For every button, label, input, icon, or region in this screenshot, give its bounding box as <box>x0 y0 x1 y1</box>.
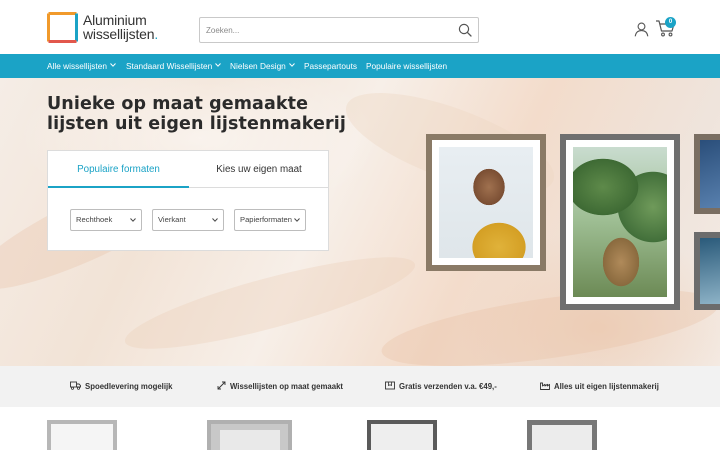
tab-populaire-formaten[interactable]: Populaire formaten <box>48 151 189 188</box>
logo-mark-icon <box>47 12 78 43</box>
select-value: Vierkant <box>158 215 186 224</box>
product-card-frame-grey[interactable] <box>527 420 597 450</box>
nav-item-populaire-wissellijsten[interactable]: Populaire wissellijsten <box>366 54 447 78</box>
chevron-down-icon <box>215 62 222 67</box>
factory-icon <box>540 382 550 391</box>
usp-label: Wissellijsten op maat gemaakt <box>230 382 344 391</box>
user-account-icon[interactable] <box>634 22 649 37</box>
main-navigation: Alle wissellijsten Standaard Wissellijst… <box>0 54 720 78</box>
usp-eigen-lijstenmakerij: Alles uit eigen lijstenmakerij <box>540 366 659 407</box>
search-icon[interactable] <box>458 23 472 37</box>
framed-photo-banana-plant <box>560 134 680 310</box>
nav-item-passepartouts[interactable]: Passepartouts <box>304 54 357 78</box>
select-rechthoek[interactable]: Rechthoek <box>70 209 142 231</box>
chevron-down-icon <box>110 62 116 67</box>
product-grid <box>0 407 720 450</box>
usp-label: Spoedlevering mogelijk <box>85 382 173 391</box>
chevron-down-icon <box>130 218 136 222</box>
product-card-frame-silver-mat[interactable] <box>207 420 292 450</box>
site-logo[interactable]: Aluminium wissellijsten. <box>47 12 177 44</box>
select-papierformaten[interactable]: Papierformaten <box>234 209 306 231</box>
search-box <box>199 17 479 43</box>
logo-text: Aluminium wissellijsten. <box>83 13 158 41</box>
size-picker-panel: Populaire formaten Kies uw eigen maat Re… <box>47 150 329 251</box>
hero-title-line-2: lijsten uit eigen lijstenmakerij <box>47 113 346 134</box>
logo-dot: . <box>154 26 159 42</box>
nav-item-alle-wissellijsten[interactable]: Alle wissellijsten <box>47 54 116 78</box>
select-vierkant[interactable]: Vierkant <box>152 209 224 231</box>
photo-image <box>439 147 533 258</box>
logo-line-2-text: wissellijsten <box>83 26 155 42</box>
package-icon <box>385 381 395 390</box>
hero-title: Unieke op maat gemaakte lijsten uit eige… <box>47 94 347 134</box>
resize-arrows-icon <box>217 381 226 390</box>
photo-image <box>700 140 720 208</box>
usp-op-maat: Wissellijsten op maat gemaakt <box>217 366 343 407</box>
tab-kies-uw-eigen-maat[interactable]: Kies uw eigen maat <box>189 151 329 188</box>
nav-item-nielsen-design[interactable]: Nielsen Design <box>230 54 295 78</box>
passepartout-mat <box>566 140 674 304</box>
product-card-frame-silver[interactable] <box>47 420 117 450</box>
logo-line-2: wissellijsten. <box>83 27 158 41</box>
usp-spoedlevering: Spoedlevering mogelijk <box>70 366 173 407</box>
logo-line-1: Aluminium <box>83 12 147 28</box>
passepartout-mat <box>432 140 540 265</box>
nav-item-label: Standaard Wissellijsten <box>126 61 213 71</box>
select-value: Papierformaten <box>240 215 292 224</box>
hero-title-line-1: Unieke op maat gemaakte <box>47 94 309 114</box>
usp-label: Gratis verzenden v.a. €49,- <box>399 382 497 391</box>
nav-item-label: Alle wissellijsten <box>47 61 107 71</box>
search-input[interactable] <box>200 18 450 42</box>
truck-icon <box>70 381 81 391</box>
framed-photo-partial-bottom <box>694 232 720 310</box>
chevron-down-icon <box>294 218 300 222</box>
usp-bar: Spoedlevering mogelijk Wissellijsten op … <box>0 366 720 407</box>
nav-item-label: Passepartouts <box>304 61 358 71</box>
background-brush-stroke <box>118 240 422 366</box>
framed-photo-man-yellow-jacket <box>426 134 546 271</box>
photo-image <box>573 147 667 297</box>
framed-photo-partial-top <box>694 134 720 214</box>
nav-item-label: Populaire wissellijsten <box>366 61 448 71</box>
nav-item-standaard-wissellijsten[interactable]: Standaard Wissellijsten <box>126 54 222 78</box>
select-value: Rechthoek <box>76 215 113 224</box>
cart-count-badge: 0 <box>665 17 676 28</box>
usp-gratis-verzenden: Gratis verzenden v.a. €49,- <box>385 366 497 407</box>
site-header: Aluminium wissellijsten. 0 <box>0 0 720 54</box>
chevron-down-icon <box>212 218 218 222</box>
hero-banner: Unieke op maat gemaakte lijsten uit eige… <box>0 78 720 366</box>
nav-item-label: Nielsen Design <box>230 61 286 71</box>
product-card-frame-dark[interactable] <box>367 420 437 450</box>
usp-label: Alles uit eigen lijstenmakerij <box>554 382 659 391</box>
chevron-down-icon <box>288 62 295 67</box>
photo-image <box>700 238 720 304</box>
product-mat <box>219 430 280 450</box>
